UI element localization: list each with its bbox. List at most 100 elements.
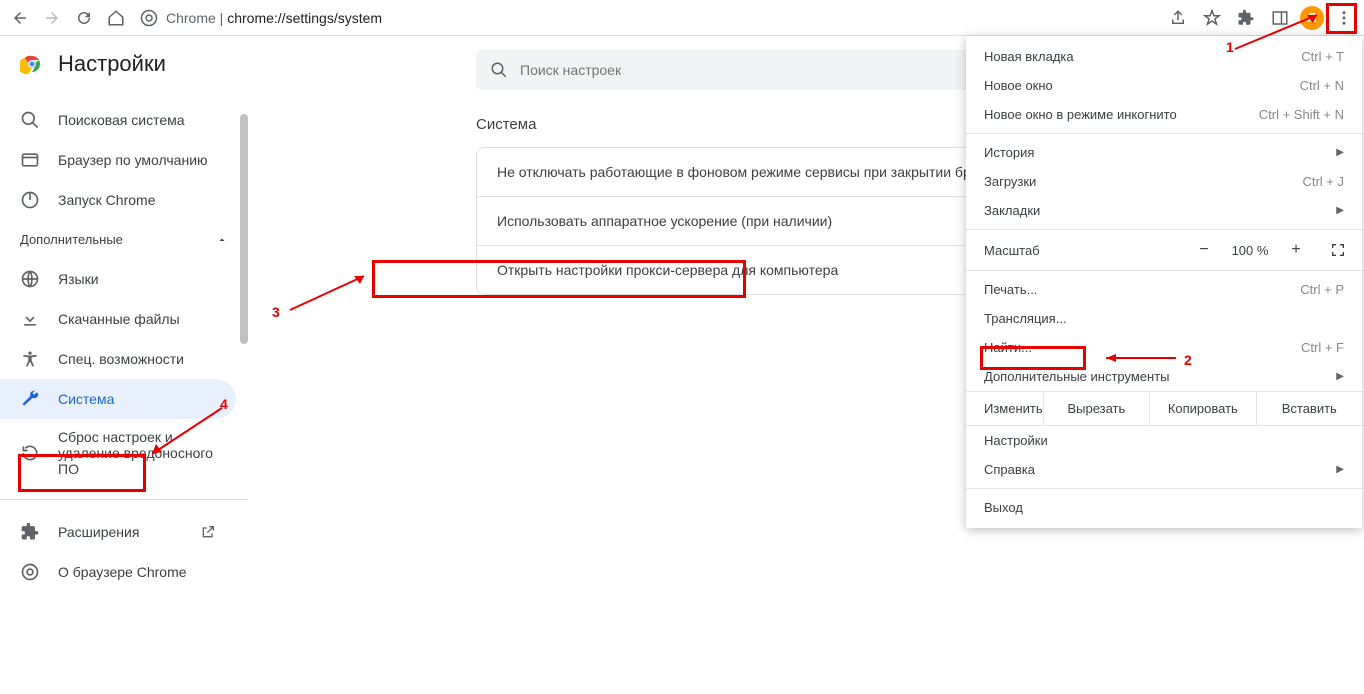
restore-icon: [20, 443, 40, 463]
menu-tools[interactable]: Дополнительные инструменты▶: [966, 362, 1362, 391]
menu-shortcut: Ctrl + F: [1301, 340, 1344, 355]
sidebar-item-reset[interactable]: Сброс настроек и удаление вредоносного П…: [0, 419, 236, 487]
sidebar-item-search-engine[interactable]: Поисковая система: [0, 100, 236, 140]
menu-label: Трансляция...: [984, 311, 1067, 326]
reload-icon: [75, 9, 93, 27]
main-menu-button[interactable]: [1330, 4, 1358, 32]
menu-label: Новое окно в режиме инкогнито: [984, 107, 1177, 122]
chrome-icon: [140, 9, 158, 27]
menu-label: Настройки: [984, 433, 1048, 448]
sidepanel-button[interactable]: [1266, 4, 1294, 32]
sidebar-label: Браузер по умолчанию: [58, 152, 208, 168]
sidebar-label: Языки: [58, 271, 99, 287]
share-icon: [1169, 9, 1187, 27]
menu-label: Печать...: [984, 282, 1037, 297]
globe-icon: [20, 269, 40, 289]
bookmark-button[interactable]: [1198, 4, 1226, 32]
star-icon: [1203, 9, 1221, 27]
menu-incognito[interactable]: Новое окно в режиме инкогнито Ctrl + Shif…: [966, 100, 1362, 129]
back-button[interactable]: [6, 4, 34, 32]
fullscreen-icon: [1330, 242, 1346, 258]
fullscreen-button[interactable]: [1326, 238, 1350, 262]
sidebar: Поисковая система Браузер по умолчанию З…: [0, 92, 248, 694]
reload-button[interactable]: [70, 4, 98, 32]
menu-exit[interactable]: Выход: [966, 493, 1362, 522]
chevron-up-icon: [216, 234, 228, 246]
arrow-right-icon: [43, 9, 61, 27]
extensions-button[interactable]: [1232, 4, 1260, 32]
puzzle-icon: [20, 522, 40, 542]
sidebar-label: О браузере Chrome: [58, 564, 187, 580]
row-label: Не отключать работающие в фоновом режиме…: [497, 164, 1015, 180]
puzzle-icon: [1237, 9, 1255, 27]
zoom-label: Масштаб: [984, 243, 1182, 258]
menu-find[interactable]: Найти...Ctrl + F: [966, 333, 1362, 362]
row-label: Использовать аппаратное ускорение (при н…: [497, 213, 832, 229]
menu-bookmarks[interactable]: Закладки▶: [966, 196, 1362, 225]
sidebar-advanced-header[interactable]: Дополнительные: [0, 220, 248, 259]
menu-label: Закладки: [984, 203, 1040, 218]
menu-history[interactable]: История ▶: [966, 138, 1362, 167]
menu-cast[interactable]: Трансляция...: [966, 304, 1362, 333]
download-icon: [20, 309, 40, 329]
sidebar-item-startup[interactable]: Запуск Chrome: [0, 180, 236, 220]
menu-print[interactable]: Печать... Ctrl + P: [966, 275, 1362, 304]
toolbar-right: Л: [1164, 4, 1358, 32]
sidebar-label: Расширения: [58, 524, 139, 540]
menu-shortcut: Ctrl + Shift + N: [1259, 107, 1344, 122]
menu-shortcut: Ctrl + N: [1300, 78, 1344, 93]
sidebar-item-extensions[interactable]: Расширения: [0, 512, 236, 552]
menu-shortcut: Ctrl + J: [1302, 174, 1344, 189]
power-icon: [20, 190, 40, 210]
sidebar-label: Поисковая система: [58, 112, 185, 128]
sidebar-item-languages[interactable]: Языки: [0, 259, 236, 299]
sidebar-label: Запуск Chrome: [58, 192, 155, 208]
menu-help[interactable]: Справка▶: [966, 455, 1362, 484]
sidebar-label: Система: [58, 391, 114, 407]
address-bar[interactable]: Chrome | chrome://settings/system: [140, 9, 1160, 27]
menu-new-tab[interactable]: Новая вкладкаCtrl + T: [966, 42, 1362, 71]
home-icon: [107, 9, 125, 27]
chevron-right-icon: ▶: [1336, 147, 1344, 158]
sidebar-item-downloads[interactable]: Скачанные файлы: [0, 299, 236, 339]
menu-copy[interactable]: Копировать: [1149, 392, 1255, 425]
kebab-icon: [1335, 9, 1353, 27]
menu-label: Новое окно: [984, 78, 1053, 93]
scrollbar-thumb[interactable]: [240, 114, 248, 344]
menu-shortcut: Ctrl + T: [1301, 49, 1344, 64]
panel-icon: [1271, 9, 1289, 27]
accessibility-icon: [20, 349, 40, 369]
zoom-value: 100 %: [1226, 243, 1274, 258]
menu-new-window[interactable]: Новое окно Ctrl + N: [966, 71, 1362, 100]
advanced-label: Дополнительные: [20, 232, 123, 247]
arrow-left-icon: [11, 9, 29, 27]
sidebar-item-default-browser[interactable]: Браузер по умолчанию: [0, 140, 236, 180]
menu-label: История: [984, 145, 1034, 160]
zoom-out-button[interactable]: −: [1192, 238, 1216, 262]
profile-avatar[interactable]: Л: [1300, 6, 1324, 30]
external-link-icon: [200, 524, 216, 540]
menu-settings[interactable]: Настройки: [966, 426, 1362, 455]
share-button[interactable]: [1164, 4, 1192, 32]
forward-button[interactable]: [38, 4, 66, 32]
home-button[interactable]: [102, 4, 130, 32]
zoom-in-button[interactable]: +: [1284, 238, 1308, 262]
sidebar-item-system[interactable]: Система: [0, 379, 236, 419]
menu-label: Выход: [984, 500, 1023, 515]
menu-cut[interactable]: Вырезать: [1043, 392, 1149, 425]
menu-label: Справка: [984, 462, 1035, 477]
menu-edit-row: Изменить Вырезать Копировать Вставить: [966, 391, 1362, 426]
sidebar-item-about[interactable]: О браузере Chrome: [0, 552, 236, 592]
menu-zoom: Масштаб − 100 % +: [966, 234, 1362, 266]
row-label: Открыть настройки прокси-сервера для ком…: [497, 262, 838, 278]
chrome-small-icon: [20, 562, 40, 582]
menu-label: Дополнительные инструменты: [984, 369, 1170, 384]
sidebar-label: Спец. возможности: [58, 351, 184, 367]
menu-paste[interactable]: Вставить: [1256, 392, 1362, 425]
menu-downloads[interactable]: Загрузки Ctrl + J: [966, 167, 1362, 196]
menu-label: Загрузки: [984, 174, 1036, 189]
sidebar-item-accessibility[interactable]: Спец. возможности: [0, 339, 236, 379]
settings-title: Настройки: [58, 51, 166, 77]
menu-shortcut: Ctrl + P: [1300, 282, 1344, 297]
chrome-menu: Новая вкладкаCtrl + T Новое окно Ctrl + N…: [966, 36, 1362, 528]
